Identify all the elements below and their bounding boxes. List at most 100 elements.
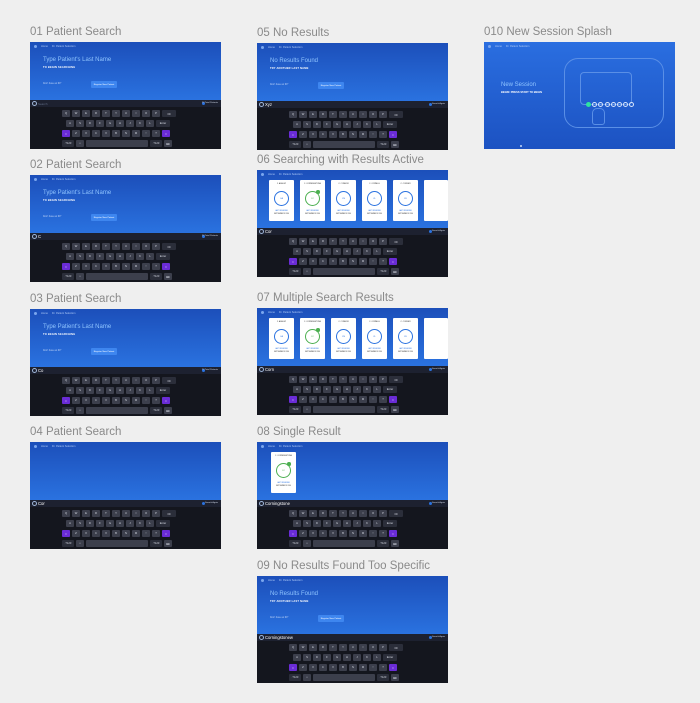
key-row2-0[interactable]: A <box>66 387 74 394</box>
key-row1-6[interactable]: U <box>349 111 357 118</box>
key-row1-1[interactable]: W <box>72 510 80 517</box>
key-row1-7[interactable]: I <box>132 110 140 117</box>
key-row1-9[interactable]: P <box>379 376 387 383</box>
key-row2-0[interactable]: A <box>293 520 301 527</box>
key-row1-3[interactable]: R <box>92 510 100 517</box>
key-row1-10[interactable]: ⌫ <box>389 111 403 118</box>
key-row3-7[interactable]: M <box>359 131 367 138</box>
key-row3-1[interactable]: Z <box>299 131 307 138</box>
key-row2-8[interactable]: L <box>373 248 381 255</box>
key-row4-4[interactable]: ⌨ <box>391 406 399 413</box>
key-row3-10[interactable]: ⇧ <box>389 131 397 138</box>
key-row3-8[interactable]: ! <box>142 263 150 270</box>
key-row1-7[interactable]: I <box>359 111 367 118</box>
key-row3-3[interactable]: C <box>319 258 327 265</box>
key-row4-2[interactable] <box>86 273 148 280</box>
patient-card[interactable]: C. CORNINGSTONE CC LAST REVIEWED SEPTEMBER … <box>271 452 296 493</box>
search-input[interactable]: Cor <box>265 229 272 234</box>
key-row4-0[interactable]: .?123 <box>62 540 74 547</box>
search-status-text[interactable]: Search Again <box>432 368 445 370</box>
key-row1-10[interactable]: ⌫ <box>162 510 176 517</box>
register-patient-button[interactable]: Register New Patient <box>91 214 117 221</box>
key-row3-6[interactable]: N <box>122 263 130 270</box>
key-row3-0[interactable]: ⇧ <box>289 131 297 138</box>
home-icon[interactable] <box>34 312 37 315</box>
key-row2-5[interactable]: H <box>343 654 351 661</box>
key-row2-9[interactable]: Enter <box>156 520 170 527</box>
key-row2-6[interactable]: J <box>353 248 361 255</box>
key-row2-1[interactable]: S <box>303 248 311 255</box>
key-row2-3[interactable]: F <box>96 520 104 527</box>
key-row2-5[interactable]: H <box>116 387 124 394</box>
key-row4-4[interactable]: ⌨ <box>391 540 399 547</box>
key-row2-3[interactable]: F <box>323 654 331 661</box>
key-row4-3[interactable]: .?123 <box>150 273 162 280</box>
key-row2-7[interactable]: K <box>363 386 371 393</box>
key-row3-1[interactable]: Z <box>72 397 80 404</box>
key-row3-6[interactable]: N <box>122 397 130 404</box>
key-row1-7[interactable]: I <box>132 243 140 250</box>
key-row3-8[interactable]: ! <box>142 530 150 537</box>
key-row1-9[interactable]: P <box>152 510 160 517</box>
patient-card[interactable]: C. CORNELL CL LAST REVIEWED SEPTEMBER 8 201… <box>362 318 387 359</box>
home-icon[interactable] <box>34 178 37 181</box>
key-row4-1[interactable]: ☺ <box>76 140 84 147</box>
home-icon[interactable] <box>488 45 491 48</box>
key-row2-5[interactable]: H <box>116 520 124 527</box>
key-row4-2[interactable] <box>313 406 375 413</box>
key-row1-1[interactable]: W <box>72 243 80 250</box>
patient-card[interactable]: C. CORNELL CL LAST REVIEWED SEPTEMBER 8 201… <box>362 180 387 221</box>
key-row2-0[interactable]: A <box>66 520 74 527</box>
key-row2-4[interactable]: G <box>333 248 341 255</box>
key-row2-8[interactable]: L <box>146 520 154 527</box>
key-row1-9[interactable]: P <box>152 110 160 117</box>
key-row1-8[interactable]: O <box>142 377 150 384</box>
key-row2-6[interactable]: J <box>126 387 134 394</box>
key-row2-3[interactable]: F <box>323 248 331 255</box>
key-row3-3[interactable]: C <box>92 397 100 404</box>
key-row2-5[interactable]: H <box>343 121 351 128</box>
key-row2-2[interactable]: D <box>313 654 321 661</box>
key-row2-1[interactable]: S <box>76 120 84 127</box>
key-row1-4[interactable]: T <box>329 644 337 651</box>
key-row4-1[interactable]: ☺ <box>76 540 84 547</box>
key-row3-2[interactable]: X <box>309 396 317 403</box>
key-row3-3[interactable]: C <box>92 530 100 537</box>
key-row2-2[interactable]: D <box>313 386 321 393</box>
search-input[interactable]: Xyz <box>265 102 272 107</box>
key-row3-10[interactable]: ⇧ <box>162 263 170 270</box>
key-row1-10[interactable]: ⌫ <box>389 376 403 383</box>
key-row1-1[interactable]: W <box>299 238 307 245</box>
key-row4-0[interactable]: .?123 <box>289 406 301 413</box>
key-row1-1[interactable]: W <box>72 377 80 384</box>
key-row3-9[interactable]: ? <box>379 258 387 265</box>
key-row4-2[interactable] <box>86 140 148 147</box>
key-row4-3[interactable]: .?123 <box>377 674 389 681</box>
key-row3-7[interactable]: M <box>359 258 367 265</box>
key-row2-7[interactable]: K <box>136 253 144 260</box>
key-row2-5[interactable]: H <box>343 520 351 527</box>
key-row2-1[interactable]: S <box>76 520 84 527</box>
key-row1-10[interactable]: ⌫ <box>389 238 403 245</box>
key-row2-7[interactable]: K <box>363 654 371 661</box>
key-row3-0[interactable]: ⇧ <box>289 258 297 265</box>
key-row4-1[interactable]: ☺ <box>303 268 311 275</box>
key-row2-3[interactable]: F <box>323 386 331 393</box>
key-row3-5[interactable]: B <box>339 258 347 265</box>
key-row1-7[interactable]: I <box>132 510 140 517</box>
key-row1-2[interactable]: E <box>309 111 317 118</box>
key-row3-6[interactable]: N <box>122 530 130 537</box>
key-row4-1[interactable]: ☺ <box>303 141 311 148</box>
key-row1-5[interactable]: Y <box>112 377 120 384</box>
key-row3-10[interactable]: ⇧ <box>162 530 170 537</box>
key-row3-0[interactable]: ⇧ <box>289 530 297 537</box>
key-row2-8[interactable]: L <box>373 520 381 527</box>
key-row3-5[interactable]: B <box>339 664 347 671</box>
key-row2-8[interactable]: L <box>373 121 381 128</box>
key-row1-2[interactable]: E <box>82 377 90 384</box>
key-row2-2[interactable]: D <box>86 387 94 394</box>
key-row2-6[interactable]: J <box>353 520 361 527</box>
key-row1-4[interactable]: T <box>329 238 337 245</box>
key-row4-0[interactable]: .?123 <box>289 141 301 148</box>
key-row4-4[interactable]: ⌨ <box>391 141 399 148</box>
